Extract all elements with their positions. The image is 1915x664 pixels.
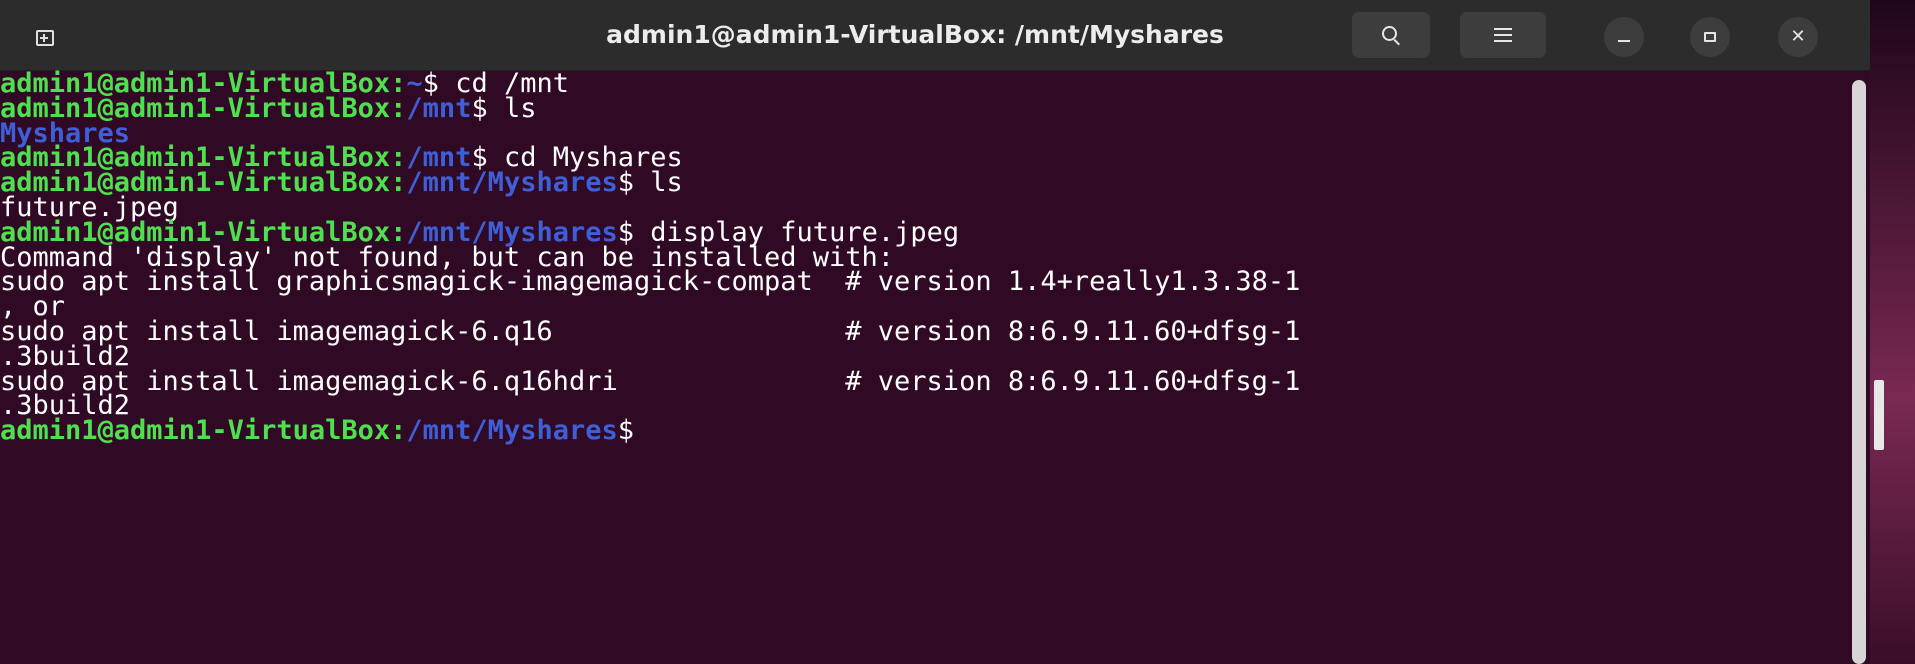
output-text: sudo apt install imagemagick-6.q16hdri #… [0, 365, 1301, 397]
terminal-window: admin1@admin1-VirtualBox: /mnt/Myshares … [0, 0, 1870, 664]
search-icon [1381, 25, 1397, 41]
maximize-button[interactable] [1690, 17, 1730, 57]
prompt-sign: $ [617, 167, 634, 199]
close-icon: ✕ [1790, 26, 1806, 47]
prompt-sign: $ [617, 415, 634, 447]
terminal-line: sudo apt install graphicsmagick-imagemag… [0, 268, 1850, 295]
prompt-path: /mnt [406, 92, 472, 124]
terminal-line: sudo apt install imagemagick-6.q16hdri #… [0, 368, 1850, 395]
terminal-output[interactable]: admin1@admin1-VirtualBox:~$ cd /mnt admin… [0, 70, 1850, 664]
terminal-line: admin1@admin1-VirtualBox:/mnt/Myshares$ … [0, 169, 1850, 196]
new-tab-button[interactable] [22, 18, 68, 58]
output-text: sudo apt install imagemagick-6.q16 # ver… [0, 315, 1301, 347]
terminal-line: sudo apt install imagemagick-6.q16 # ver… [0, 318, 1850, 345]
scrollbar[interactable] [1852, 80, 1866, 664]
prompt-separator: : [390, 92, 407, 124]
window-title: admin1@admin1-VirtualBox: /mnt/Myshares [606, 20, 1224, 49]
output-text: sudo apt install graphicsmagick-imagemag… [0, 266, 1301, 298]
prompt-sign: $ [471, 92, 488, 124]
prompt-path: /mnt/Myshares [406, 167, 618, 199]
prompt-path: /mnt/Myshares [406, 415, 618, 447]
title-bar[interactable]: admin1@admin1-VirtualBox: /mnt/Myshares … [0, 0, 1870, 71]
close-button[interactable]: ✕ [1778, 17, 1818, 57]
prompt-separator: : [390, 167, 407, 199]
command-text: ls [487, 92, 537, 124]
prompt-separator: : [390, 415, 407, 447]
menu-button[interactable] [1460, 12, 1546, 58]
command-text: ls [634, 167, 683, 199]
maximize-icon [1704, 32, 1716, 42]
terminal-line: admin1@admin1-VirtualBox:/mnt/Myshares$ [0, 417, 1850, 444]
desktop-dock-edge [1874, 380, 1884, 450]
new-tab-icon [36, 30, 54, 46]
hamburger-menu-icon [1494, 28, 1512, 30]
prompt-user-host: admin1@admin1-VirtualBox [0, 415, 391, 447]
terminal-line: admin1@admin1-VirtualBox:/mnt$ ls [0, 95, 1850, 122]
minimize-icon [1618, 40, 1630, 42]
minimize-button[interactable] [1604, 17, 1644, 57]
search-button[interactable] [1352, 12, 1430, 58]
desktop-background [1870, 0, 1915, 664]
